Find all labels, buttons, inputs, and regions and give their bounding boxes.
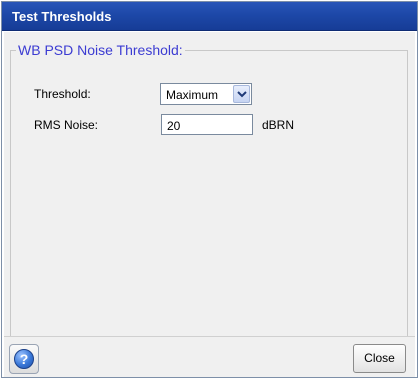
test-thresholds-dialog: Test Thresholds WB PSD Noise Threshold: … — [1, 1, 418, 378]
threshold-selected-value: Maximum — [166, 88, 219, 102]
footer-bar: ? Close — [4, 336, 415, 377]
chevron-down-icon — [237, 91, 247, 98]
threshold-label: Threshold: — [34, 87, 91, 101]
rms-noise-unit: dBRN — [262, 118, 295, 132]
help-icon: ? — [14, 349, 34, 369]
content-panel: WB PSD Noise Threshold: Threshold: Maxim… — [4, 32, 415, 340]
rms-noise-value: 20 — [167, 119, 181, 133]
window-title: Test Thresholds — [12, 9, 112, 24]
dropdown-button[interactable] — [233, 85, 250, 103]
group-legend: WB PSD Noise Threshold: — [16, 42, 185, 58]
rms-noise-label: RMS Noise: — [34, 118, 99, 132]
help-button[interactable]: ? — [9, 344, 39, 374]
title-bar: Test Thresholds — [2, 2, 417, 31]
rms-noise-input[interactable]: 20 — [161, 114, 253, 135]
threshold-select[interactable]: Maximum — [160, 83, 252, 105]
close-button[interactable]: Close — [353, 344, 406, 373]
